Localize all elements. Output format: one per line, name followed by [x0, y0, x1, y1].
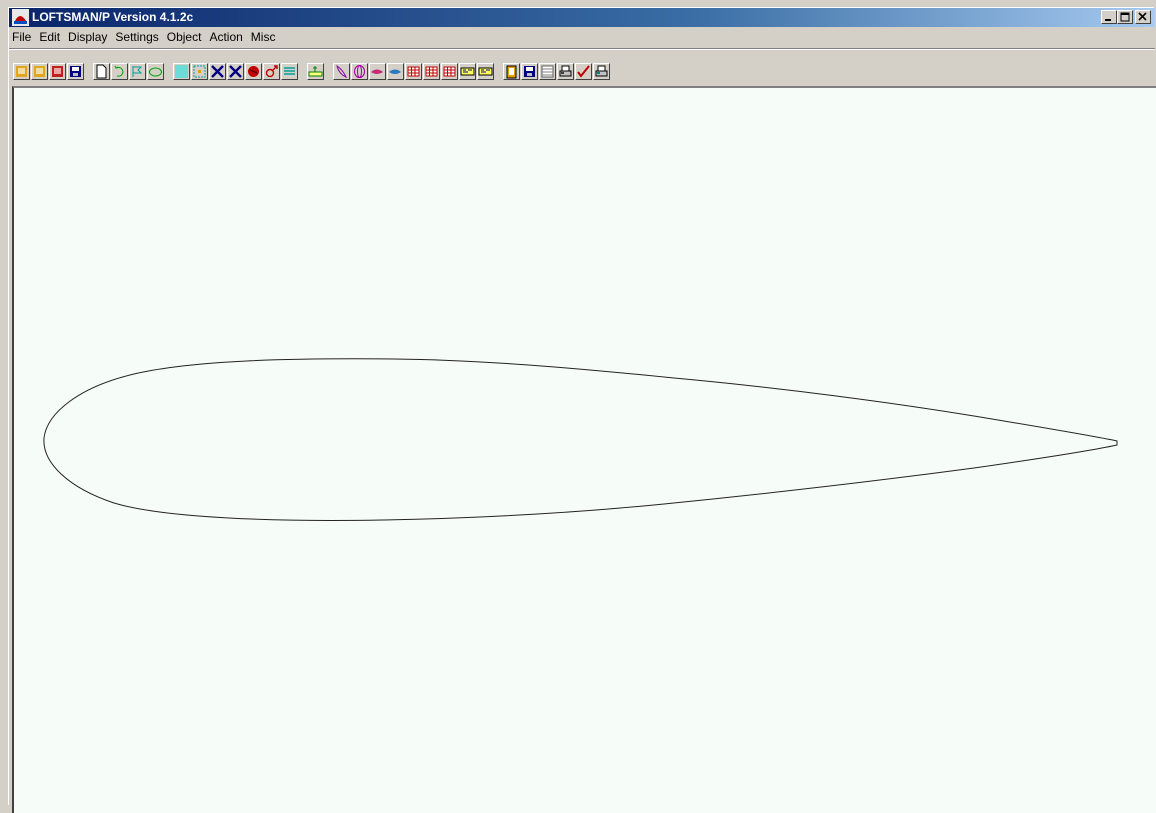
menu-settings[interactable]: Settings	[111, 28, 162, 46]
fill-button[interactable]	[173, 63, 190, 80]
airfoil-drawing	[43, 358, 1118, 521]
check-button[interactable]	[575, 63, 592, 80]
copy-icon	[34, 66, 45, 77]
rotate-icon	[114, 65, 124, 77]
grid-red-button[interactable]	[405, 63, 422, 80]
save-button[interactable]	[67, 63, 84, 80]
paint-button[interactable]	[245, 63, 262, 80]
check-icon	[577, 65, 590, 78]
ruler-button[interactable]	[307, 63, 324, 80]
zoom-in-button[interactable]	[227, 63, 244, 80]
maximize-button[interactable]	[1117, 10, 1133, 24]
section-button[interactable]	[147, 63, 164, 80]
printer-color-button[interactable]	[593, 63, 610, 80]
grid-red-2-button[interactable]	[423, 63, 440, 80]
close-button[interactable]	[1135, 10, 1151, 24]
menu-misc[interactable]: Misc	[247, 28, 280, 46]
delete-file-icon	[52, 66, 63, 77]
save-icon	[70, 66, 81, 77]
new-file-icon	[96, 64, 107, 79]
flag-icon	[132, 66, 143, 77]
printer-color-icon	[595, 65, 608, 77]
grid-colored-button[interactable]	[441, 63, 458, 80]
fish-button[interactable]	[387, 63, 404, 80]
table-icon	[541, 65, 554, 78]
fish-icon	[389, 69, 401, 74]
menu-file[interactable]: File	[9, 28, 35, 46]
wing-button[interactable]	[369, 63, 386, 80]
menu-edit[interactable]: Edit	[35, 28, 64, 46]
blade-icon	[336, 64, 347, 78]
gender-button[interactable]	[263, 63, 280, 80]
rotate-button[interactable]	[111, 63, 128, 80]
grid-red-icon	[407, 66, 420, 77]
blade-button[interactable]	[333, 63, 350, 80]
rings-icon	[354, 65, 365, 78]
clipboard-button[interactable]	[503, 63, 520, 80]
menu-object[interactable]: Object	[163, 28, 206, 46]
window-title: LOFTSMAN/P Version 4.1.2c	[32, 10, 194, 24]
zoom-out-icon	[211, 65, 224, 78]
open-file-button[interactable]	[13, 63, 30, 80]
clipboard-icon	[506, 65, 517, 79]
copy-button[interactable]	[31, 63, 48, 80]
fill-icon	[175, 65, 188, 78]
open-file-icon	[16, 66, 27, 77]
wing-icon	[371, 69, 383, 74]
delete-file-button[interactable]	[49, 63, 66, 80]
table-button[interactable]	[539, 63, 556, 80]
app-window: LOFTSMAN/P Version 4.1.2c File Edit Disp…	[8, 7, 1156, 813]
app-icon	[12, 9, 29, 26]
paint-icon	[248, 66, 259, 77]
drawing-canvas[interactable]	[12, 86, 1156, 813]
menu-bar: File Edit Display Settings Object Action…	[9, 27, 1155, 47]
layers-icon	[284, 67, 295, 75]
airfoil-outline	[43, 358, 1118, 521]
bar-chart-button[interactable]	[459, 63, 476, 80]
bar-chart-icon	[460, 67, 475, 76]
zoom-out-button[interactable]	[209, 63, 226, 80]
rings-button[interactable]	[351, 63, 368, 80]
gender-icon	[265, 65, 278, 78]
flag-button[interactable]	[129, 63, 146, 80]
title-bar[interactable]: LOFTSMAN/P Version 4.1.2c	[9, 8, 1155, 27]
disk-icon	[524, 66, 535, 77]
section-icon	[149, 67, 162, 77]
bar-chart-2-button[interactable]	[477, 63, 494, 80]
minimize-button[interactable]	[1101, 10, 1117, 24]
print-icon	[559, 65, 572, 77]
new-file-button[interactable]	[93, 63, 110, 80]
disk-button[interactable]	[521, 63, 538, 80]
menu-action[interactable]: Action	[205, 28, 246, 46]
layers-button[interactable]	[281, 63, 298, 80]
toolbar	[9, 48, 1155, 87]
fit-view-icon	[193, 65, 206, 78]
grid-colored-icon	[443, 66, 456, 77]
ruler-icon	[308, 66, 323, 77]
zoom-in-icon	[229, 65, 242, 78]
print-button[interactable]	[557, 63, 574, 80]
menu-display[interactable]: Display	[64, 28, 111, 46]
grid-red-2-icon	[425, 66, 438, 77]
bar-chart-2-icon	[478, 67, 493, 76]
fit-view-button[interactable]	[191, 63, 208, 80]
